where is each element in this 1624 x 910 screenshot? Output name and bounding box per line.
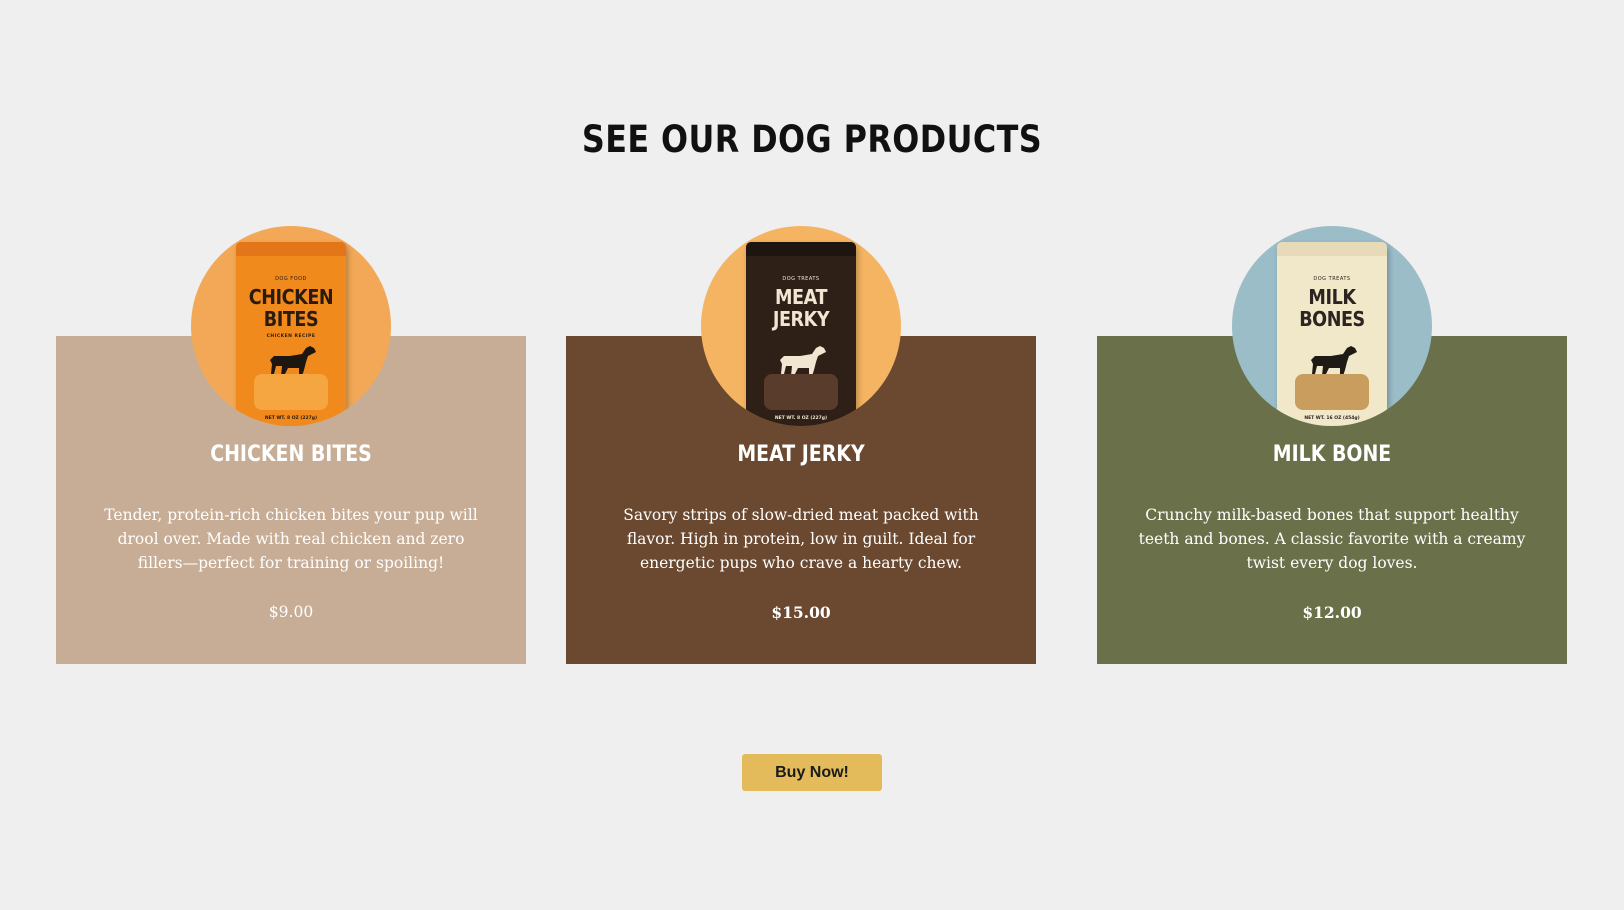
product-title: CHICKEN BITES	[210, 442, 372, 467]
product-card-milk-bone: DOG TREATS MILK BONES NET WT. 16 OZ (454…	[1097, 226, 1567, 664]
products-section: SEE OUR DOG PRODUCTS DOG FOOD CHICKEN BI…	[0, 0, 1624, 910]
pouch-weight: NET WT. 8 OZ (227g)	[264, 416, 318, 421]
pouch-kicker: DOG TREATS	[1313, 276, 1351, 282]
product-price: $12.00	[1302, 603, 1362, 622]
pouch-sub: CHICKEN RECIPE	[266, 334, 316, 339]
pouch-kicker: DOG TREATS	[782, 276, 820, 282]
pouch-name: MILK BONES	[1299, 285, 1365, 331]
product-price: $15.00	[771, 603, 831, 622]
product-image-meat-jerky: DOG TREATS MEAT JERKY NET WT. 8 OZ (227g…	[701, 226, 901, 426]
section-title: SEE OUR DOG PRODUCTS	[581, 118, 1043, 161]
product-description: Savory strips of slow-dried meat packed …	[623, 506, 979, 572]
product-title: MILK BONE	[1272, 442, 1392, 467]
product-price: $9.00	[268, 603, 314, 621]
pouch-weight: NET WT. 16 OZ (454g)	[1304, 416, 1360, 421]
product-card-chicken-bites: DOG FOOD CHICKEN BITES CHICKEN RECIPE NE…	[56, 226, 526, 664]
product-pouch: DOG FOOD CHICKEN BITES CHICKEN RECIPE NE…	[236, 242, 346, 426]
product-pouch: DOG TREATS MILK BONES NET WT. 16 OZ (454…	[1277, 242, 1387, 426]
product-pouch: DOG TREATS MEAT JERKY NET WT. 8 OZ (227g…	[746, 242, 856, 426]
product-description: Tender, protein-rich chicken bites your …	[104, 506, 478, 572]
pouch-name: CHICKEN BITES	[248, 285, 334, 331]
product-description: Crunchy milk-based bones that support he…	[1138, 506, 1526, 572]
product-card-meat-jerky: DOG TREATS MEAT JERKY NET WT. 8 OZ (227g…	[566, 226, 1036, 664]
product-image-milk-bone: DOG TREATS MILK BONES NET WT. 16 OZ (454…	[1232, 226, 1432, 426]
pouch-kicker: DOG FOOD	[275, 276, 307, 282]
pouch-window	[1295, 374, 1369, 410]
pouch-weight: NET WT. 8 OZ (227g)	[774, 416, 828, 421]
pouch-window	[764, 374, 838, 410]
product-title: MEAT JERKY	[737, 442, 865, 467]
pouch-window	[254, 374, 328, 410]
product-image-chicken-bites: DOG FOOD CHICKEN BITES CHICKEN RECIPE NE…	[191, 226, 391, 426]
buy-now-button[interactable]: Buy Now!	[742, 754, 882, 791]
pouch-name: MEAT JERKY	[772, 285, 830, 331]
